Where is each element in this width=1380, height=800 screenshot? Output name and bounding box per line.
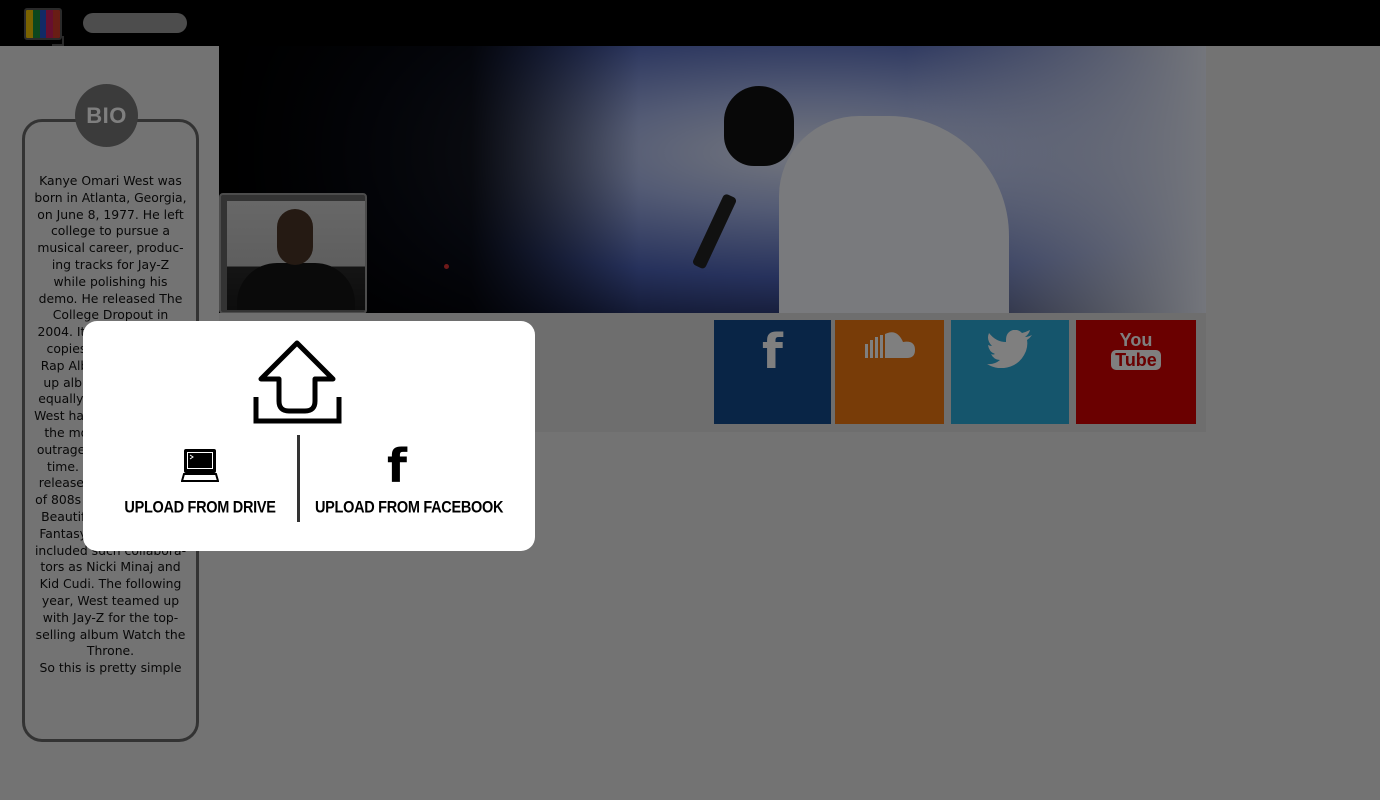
upload-from-drive-button[interactable]: UPLOAD FROM DRIVE	[123, 445, 277, 525]
upload-from-facebook-button[interactable]: f UPLOAD FROM FACEBOOK	[315, 439, 503, 525]
upload-from-drive-label: UPLOAD FROM DRIVE	[124, 498, 276, 518]
facebook-icon: f	[386, 439, 407, 493]
upload-arrow-icon	[253, 337, 345, 425]
upload-from-facebook-label: UPLOAD FROM FACEBOOK	[315, 498, 504, 518]
computer-icon	[180, 447, 220, 487]
modal-divider	[297, 435, 300, 522]
upload-modal: UPLOAD FROM DRIVE f UPLOAD FROM FACEBOOK	[83, 321, 535, 551]
